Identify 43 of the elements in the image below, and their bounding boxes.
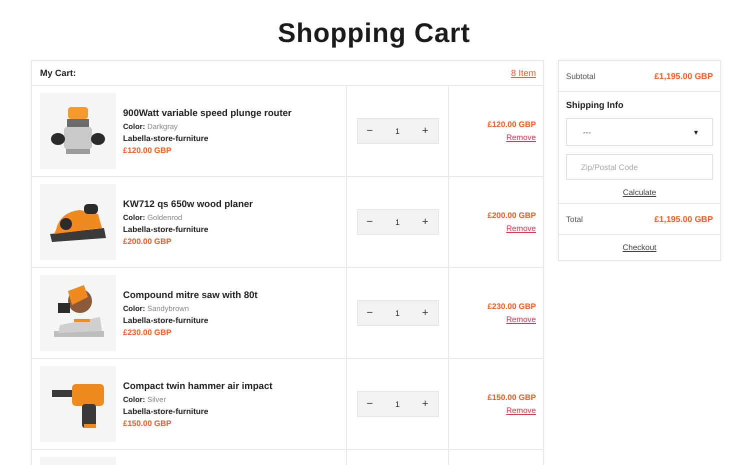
decrease-button[interactable]: −: [364, 125, 376, 137]
remove-link[interactable]: Remove: [506, 133, 536, 142]
quantity-value[interactable]: 1: [395, 308, 400, 318]
product-price: £120.00 GBP: [123, 146, 172, 154]
line-total: £230.00 GBP: [488, 302, 536, 311]
quantity-value[interactable]: 1: [395, 400, 400, 408]
calculate-link[interactable]: Calculate: [622, 188, 656, 197]
decrease-button[interactable]: −: [364, 398, 376, 410]
increase-button[interactable]: +: [419, 398, 432, 410]
product-name[interactable]: 900Watt variable speed plunge router: [123, 108, 292, 118]
remove-link[interactable]: Remove: [506, 315, 536, 324]
product-name[interactable]: Compound mitre saw with 80t: [123, 290, 258, 300]
product-name[interactable]: KW712 qs 650w wood planer: [123, 198, 253, 210]
line-total: £150.00 GBP: [488, 393, 536, 402]
increase-button[interactable]: +: [419, 125, 432, 137]
product-vendor: Labella-store-furniture: [123, 316, 210, 324]
product-vendor: Labella-store-furniture: [123, 406, 210, 416]
decrease-button[interactable]: −: [364, 216, 376, 228]
product-price: £200.00 GBP: [123, 236, 172, 246]
remove-link[interactable]: Remove: [506, 406, 536, 415]
increase-button[interactable]: +: [419, 307, 432, 319]
line-total: £200.00 GBP: [488, 211, 536, 220]
page-title: Shopping Cart: [276, 17, 472, 50]
total-label: Total: [566, 214, 583, 224]
remove-link[interactable]: Remove: [506, 224, 536, 233]
cart-heading: My Cart:: [40, 68, 76, 78]
increase-button[interactable]: +: [419, 216, 432, 228]
subtotal-value: £1,195.00 GBP: [654, 71, 713, 81]
product-vendor: Labella-store-furniture: [123, 134, 210, 142]
decrease-button[interactable]: −: [364, 307, 376, 319]
product-price: £150.00 GBP: [123, 418, 172, 428]
product-name[interactable]: Compact twin hammer air impact: [123, 380, 272, 392]
line-total: £120.00 GBP: [488, 120, 536, 129]
quantity-value[interactable]: 1: [395, 126, 400, 136]
shipping-heading: Shipping Info: [566, 100, 624, 110]
product-price: £230.00 GBP: [123, 328, 172, 336]
total-value: £1,195.00 GBP: [654, 214, 713, 224]
quantity-value[interactable]: 1: [395, 218, 400, 226]
checkout-link[interactable]: Checkout: [622, 243, 656, 252]
zip-code-field[interactable]: Zip/Postal Code: [566, 154, 713, 180]
country-select[interactable]: --- ▾: [566, 118, 713, 146]
subtotal-label: Subtotal: [566, 72, 596, 80]
product-vendor: Labella-store-furniture: [123, 224, 210, 234]
